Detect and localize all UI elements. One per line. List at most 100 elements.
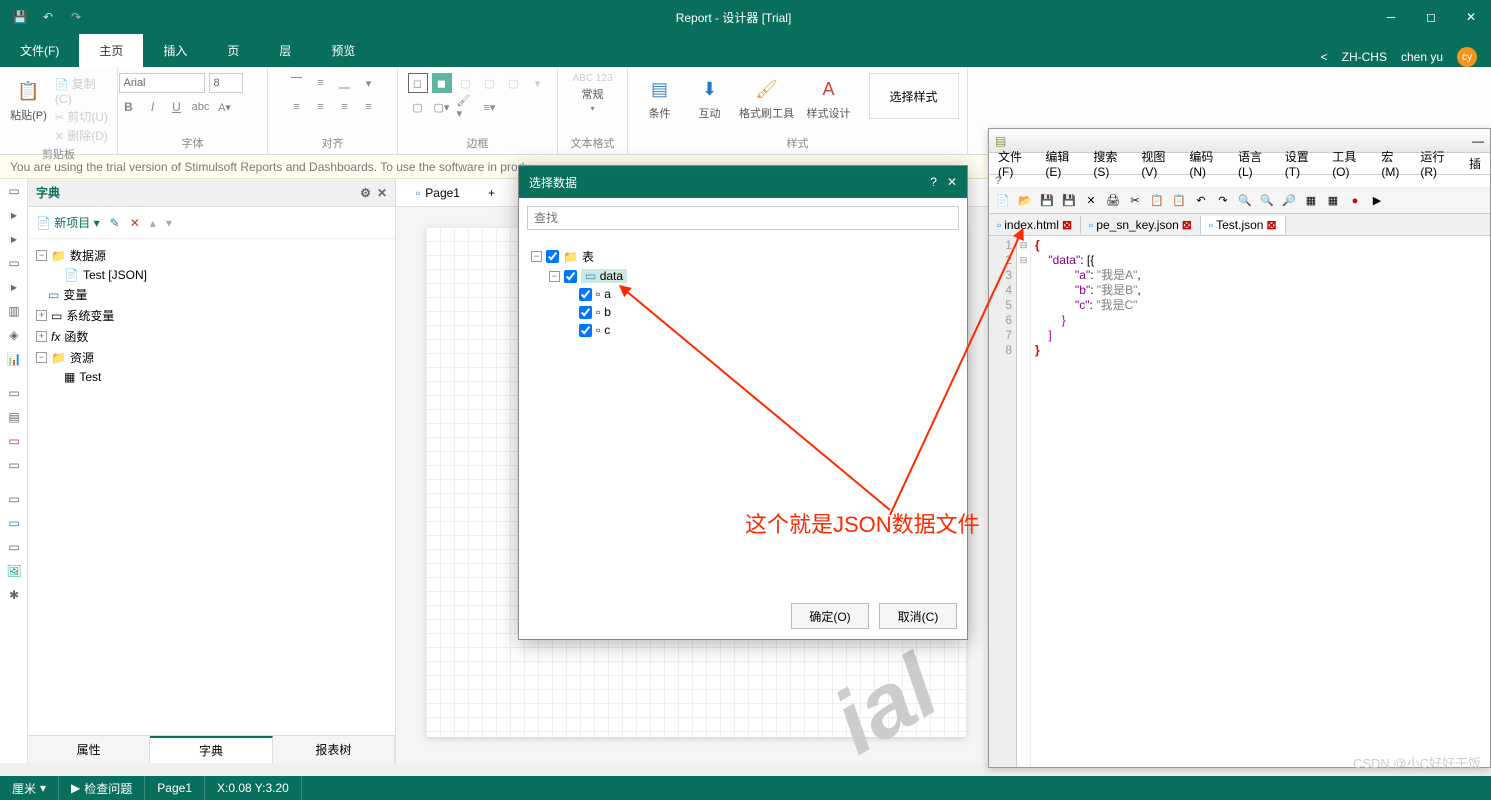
res-test-label[interactable]: Test (79, 370, 101, 384)
tb-undo-icon[interactable]: ↶ (1191, 191, 1211, 211)
a-check[interactable] (579, 288, 592, 301)
save-icon[interactable]: 💾 (8, 5, 32, 29)
tab-close-icon[interactable]: ⊠ (1182, 218, 1192, 232)
cut-button[interactable]: ✂ 剪切(U) (55, 108, 111, 125)
font-color-icon[interactable]: A▾ (215, 97, 235, 117)
page-indicator[interactable]: Page1 (145, 776, 205, 800)
unit-indicator[interactable]: 厘米 ▾ (0, 776, 59, 800)
tb-cut-icon[interactable]: ✂ (1125, 191, 1145, 211)
select-style-button[interactable]: 选择样式 (869, 73, 959, 119)
close-button[interactable]: ✕ (1451, 0, 1491, 34)
italic-icon[interactable]: I (143, 97, 163, 117)
align-top-icon[interactable]: ⎺ (287, 73, 307, 93)
bdb3-icon[interactable]: 🖌▾ (456, 97, 476, 117)
bdb1-icon[interactable]: ▢ (408, 97, 428, 117)
tool-11[interactable]: ▭ (0, 489, 28, 509)
data-check[interactable] (564, 270, 577, 283)
tb-replace-icon[interactable]: 🔍 (1257, 191, 1277, 211)
tool-13[interactable]: ▭ (0, 537, 28, 557)
sysvar-toggle[interactable]: + (36, 310, 47, 321)
dict-down-icon[interactable]: ▾ (166, 216, 172, 230)
tab-preview[interactable]: 预览 (311, 34, 375, 67)
tab-home[interactable]: 主页 (79, 34, 143, 67)
align-center-icon[interactable]: ≡ (311, 97, 331, 117)
dict-delete-icon[interactable]: ✕ (130, 216, 140, 230)
tool-14[interactable]: 🖼 (0, 561, 28, 581)
bdb4-icon[interactable]: ≡▾ (480, 97, 500, 117)
ds-toggle[interactable]: − (36, 250, 47, 261)
b-check[interactable] (579, 306, 592, 319)
editor-tab-2[interactable]: ▫pe_sn_key.json⊠ (1081, 216, 1201, 234)
check-button[interactable]: ▶ 检查问题 (59, 776, 145, 800)
tables-check[interactable] (546, 250, 559, 263)
tb-rec-icon[interactable]: ● (1345, 191, 1365, 211)
tb-new-icon[interactable]: 📄 (993, 191, 1013, 211)
vars-label[interactable]: 变量 (63, 286, 87, 303)
tool-3[interactable]: ▸ (0, 229, 28, 249)
paste-button[interactable]: 📋 粘贴(P) (6, 73, 51, 123)
tb-redo-icon[interactable]: ↷ (1213, 191, 1233, 211)
m-plugin[interactable]: 插 (1464, 153, 1486, 174)
align-mid-icon[interactable]: ≡ (311, 73, 331, 93)
maximize-button[interactable]: ◻ (1411, 0, 1451, 34)
copy-button[interactable]: 📄 复制(C) (55, 75, 111, 106)
tb-close-icon[interactable]: ✕ (1081, 191, 1101, 211)
fold-gutter[interactable]: ⊟⊟ (1017, 236, 1031, 767)
tb-play-icon[interactable]: ▶ (1367, 191, 1387, 211)
tb-zoom-icon[interactable]: 🔎 (1279, 191, 1299, 211)
func-toggle[interactable]: + (36, 331, 47, 342)
tab-properties[interactable]: 属性 (28, 736, 150, 763)
tb-copy-icon[interactable]: 📋 (1147, 191, 1167, 211)
editor-tab-3[interactable]: ▫Test.json⊠ (1201, 216, 1286, 234)
tool-4[interactable]: ▭ (0, 253, 28, 273)
style-designer-button[interactable]: A样式设计 (801, 71, 857, 121)
page-tab-1[interactable]: ▫Page1 (402, 182, 474, 204)
tool-5[interactable]: ▸ (0, 277, 28, 297)
c-check[interactable] (579, 324, 592, 337)
align-bot-icon[interactable]: ⎽ (335, 73, 355, 93)
textfmt-button[interactable]: ABC 123 常规 ▾ (570, 69, 616, 113)
dict-up-icon[interactable]: ▴ (150, 216, 156, 230)
tab-close-icon[interactable]: ⊠ (1266, 218, 1276, 232)
res-label[interactable]: 资源 (70, 349, 94, 366)
datasource-label[interactable]: 数据源 (70, 247, 106, 264)
strike-icon[interactable]: abc (191, 97, 211, 117)
tool-6[interactable]: ◈ (0, 325, 28, 345)
font-size-input[interactable] (209, 73, 243, 93)
tool-chart[interactable]: 📊 (0, 349, 28, 369)
cancel-button[interactable]: 取消(C) (879, 603, 957, 629)
tab-page[interactable]: 页 (207, 34, 259, 67)
fill-icon[interactable]: ◼ (432, 73, 452, 93)
interact-button[interactable]: ⬇互动 (687, 71, 733, 121)
tab-file[interactable]: 文件(F) (0, 34, 79, 67)
field-c[interactable]: c (604, 323, 610, 337)
bd1-icon[interactable]: ▢ (456, 73, 476, 93)
share-icon[interactable]: < (1321, 50, 1328, 64)
bd4-icon[interactable]: ▾ (528, 73, 548, 93)
dict-edit-icon[interactable]: ✎ (110, 216, 120, 230)
code-area[interactable]: { "data": [{ "a": "我是A", "b": "我是B", "c"… (1031, 236, 1490, 767)
tb-ext2-icon[interactable]: ▦ (1323, 191, 1343, 211)
tab-reporttree[interactable]: 报表树 (273, 736, 395, 763)
undo-icon[interactable]: ↶ (36, 5, 60, 29)
editor-body[interactable]: 12345678 ⊟⊟ { "data": [{ "a": "我是A", "b"… (989, 236, 1490, 767)
tool-1[interactable]: ▭ (0, 181, 28, 201)
sysvars-label[interactable]: 系统变量 (66, 307, 114, 324)
tb-find-icon[interactable]: 🔍 (1235, 191, 1255, 211)
dict-close-icon[interactable]: ✕ (377, 186, 387, 200)
tool-barcode[interactable]: ▥ (0, 301, 28, 321)
border-all-icon[interactable]: ◻ (408, 73, 428, 93)
test-json-node[interactable]: Test [JSON] (83, 268, 147, 282)
res-toggle[interactable]: − (36, 352, 47, 363)
tb-ext1-icon[interactable]: ▦ (1301, 191, 1321, 211)
tool-8[interactable]: ▤ (0, 407, 28, 427)
add-page-button[interactable]: + (474, 182, 509, 204)
font-grow-icon[interactable] (247, 73, 267, 93)
tables-label[interactable]: 表 (582, 248, 594, 265)
editor-tab-1[interactable]: ▫index.html⊠ (989, 216, 1081, 234)
align-left-icon[interactable]: ≡ (287, 97, 307, 117)
user-name[interactable]: chen yu (1401, 50, 1443, 64)
bd2-icon[interactable]: ▢ (480, 73, 500, 93)
bdb2-icon[interactable]: ▢▾ (432, 97, 452, 117)
minimize-button[interactable]: ─ (1371, 0, 1411, 34)
